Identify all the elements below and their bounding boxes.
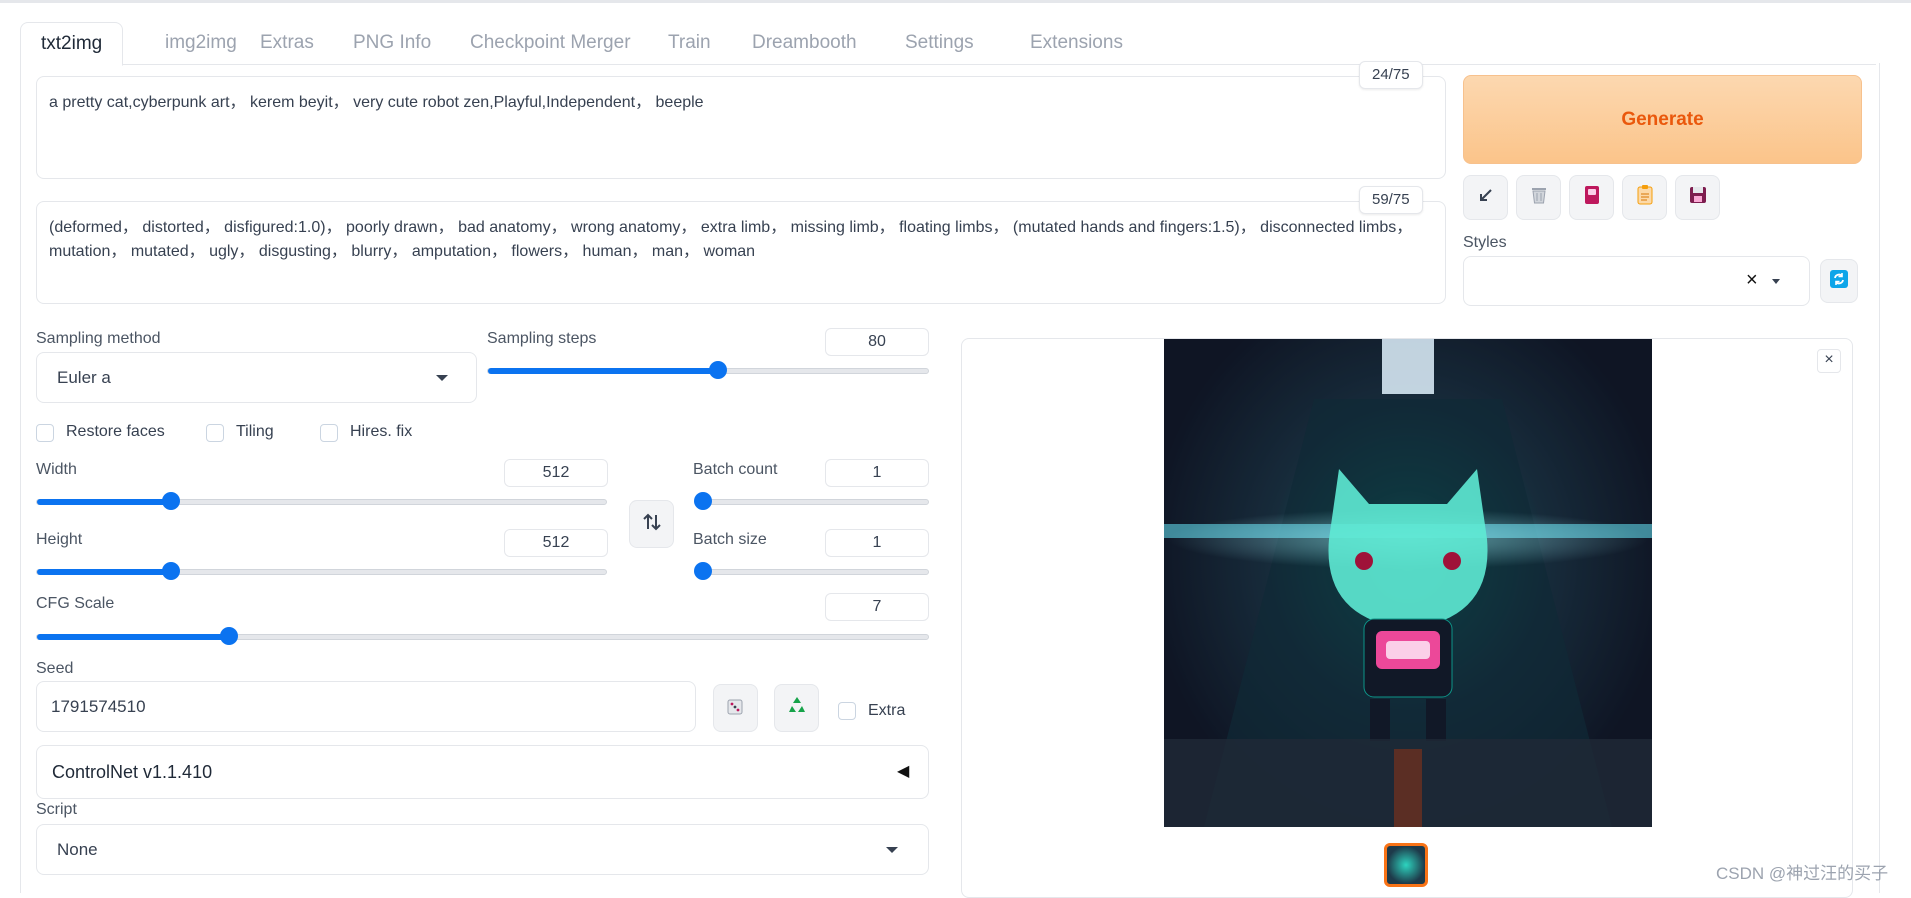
height-label: Height bbox=[36, 531, 83, 548]
restore-faces-checkbox[interactable] bbox=[36, 424, 54, 442]
clear-prompt-button[interactable] bbox=[1516, 175, 1561, 220]
generated-image[interactable] bbox=[1164, 339, 1652, 827]
script-dropdown[interactable]: None bbox=[36, 824, 929, 875]
tab-train[interactable]: Train bbox=[648, 22, 731, 64]
read-params-button[interactable] bbox=[1463, 175, 1508, 220]
sampling-method-label: Sampling method bbox=[36, 330, 161, 347]
tab-dreambooth[interactable]: Dreambooth bbox=[732, 22, 877, 64]
arrow-icon bbox=[1476, 185, 1496, 210]
sampling-steps-slider[interactable] bbox=[487, 361, 929, 379]
styles-dropdown[interactable]: × bbox=[1463, 256, 1810, 306]
generate-button[interactable]: Generate bbox=[1463, 75, 1862, 164]
refresh-icon bbox=[1829, 269, 1849, 294]
refresh-styles-button[interactable] bbox=[1820, 259, 1858, 303]
script-value: None bbox=[57, 840, 98, 859]
dice-icon bbox=[725, 695, 747, 722]
slider-fill bbox=[37, 569, 172, 575]
reuse-seed-button[interactable] bbox=[774, 684, 819, 732]
sampling-steps-input[interactable]: 80 bbox=[825, 328, 929, 356]
tiling-checkbox[interactable] bbox=[206, 424, 224, 442]
batch-size-slider[interactable] bbox=[694, 562, 929, 580]
hires-fix-checkbox[interactable] bbox=[320, 424, 338, 442]
save-style-button[interactable] bbox=[1675, 175, 1720, 220]
width-label: Width bbox=[36, 461, 77, 478]
batch-size-input[interactable]: 1 bbox=[825, 529, 929, 557]
apply-style-button[interactable] bbox=[1622, 175, 1667, 220]
tab-txt2img[interactable]: txt2img bbox=[20, 22, 124, 66]
save-icon bbox=[1687, 184, 1709, 211]
extra-seed-label: Extra bbox=[868, 702, 906, 719]
clear-icon[interactable]: × bbox=[1746, 269, 1758, 292]
height-slider[interactable] bbox=[36, 562, 607, 580]
tab-extensions[interactable]: Extensions bbox=[1010, 22, 1143, 64]
seed-label: Seed bbox=[36, 660, 74, 677]
slider-fill bbox=[37, 634, 229, 640]
slider-thumb[interactable] bbox=[708, 361, 727, 379]
batch-count-label: Batch count bbox=[693, 461, 778, 478]
tab-settings[interactable]: Settings bbox=[885, 22, 994, 64]
clipboard-icon bbox=[1634, 184, 1656, 211]
tiling-label: Tiling bbox=[236, 423, 274, 440]
cfg-scale-slider[interactable] bbox=[36, 627, 929, 645]
hires-fix-label: Hires. fix bbox=[350, 423, 413, 440]
top-border bbox=[0, 0, 1911, 3]
controlnet-accordion[interactable]: ControlNet v1.1.410 ◀ bbox=[36, 745, 929, 799]
batch-count-slider[interactable] bbox=[694, 492, 929, 510]
extra-seed-checkbox[interactable] bbox=[838, 702, 856, 720]
cfg-scale-label: CFG Scale bbox=[36, 595, 115, 612]
chevron-down-icon bbox=[436, 375, 448, 381]
chevron-down-icon bbox=[1772, 279, 1780, 284]
swap-icon bbox=[642, 512, 661, 537]
recycle-icon bbox=[785, 694, 809, 723]
extra-networks-button[interactable] bbox=[1569, 175, 1614, 220]
slider-thumb[interactable] bbox=[694, 562, 712, 580]
sampling-method-value: Euler a bbox=[57, 368, 111, 387]
slider-thumb[interactable] bbox=[219, 627, 238, 645]
negative-prompt-token-counter: 59/75 bbox=[1359, 186, 1423, 214]
width-input[interactable]: 512 bbox=[504, 459, 608, 487]
trash-icon bbox=[1528, 184, 1550, 211]
slider-fill bbox=[488, 368, 718, 374]
tab-png-info[interactable]: PNG Info bbox=[333, 22, 451, 64]
prompt-input[interactable]: a pretty cat,cyberpunk art， kerem beyit，… bbox=[36, 76, 1446, 179]
sampling-method-dropdown[interactable]: Euler a bbox=[36, 352, 477, 403]
prompt-token-counter: 24/75 bbox=[1359, 61, 1423, 89]
gallery-thumbnail[interactable] bbox=[1384, 843, 1428, 887]
tab-checkpoint-merger[interactable]: Checkpoint Merger bbox=[450, 22, 651, 64]
collapse-triangle-icon: ◀ bbox=[897, 763, 910, 780]
restore-faces-label: Restore faces bbox=[66, 423, 165, 440]
tab-bar: txt2img img2img Extras PNG Info Checkpoi… bbox=[20, 22, 1876, 66]
height-input[interactable]: 512 bbox=[504, 529, 608, 557]
watermark: CSDN @神过汪的买子 bbox=[1716, 864, 1889, 883]
negative-prompt-input[interactable]: (deformed， distorted， disfigured:1.0)， p… bbox=[36, 201, 1446, 304]
random-seed-button[interactable] bbox=[713, 684, 758, 732]
sampling-steps-label: Sampling steps bbox=[487, 330, 597, 347]
close-icon: × bbox=[1824, 351, 1834, 368]
chevron-down-icon bbox=[886, 847, 898, 853]
cfg-scale-input[interactable]: 7 bbox=[825, 593, 929, 621]
controlnet-title: ControlNet v1.1.410 bbox=[52, 762, 213, 782]
robot-cat-artwork bbox=[1164, 339, 1652, 827]
script-label: Script bbox=[36, 801, 77, 818]
swap-dimensions-button[interactable] bbox=[629, 500, 674, 548]
slider-thumb[interactable] bbox=[694, 492, 712, 510]
style-book-icon bbox=[1581, 184, 1603, 211]
batch-count-input[interactable]: 1 bbox=[825, 459, 929, 487]
close-output-button[interactable]: × bbox=[1817, 349, 1841, 373]
batch-size-label: Batch size bbox=[693, 531, 767, 548]
tab-extras[interactable]: Extras bbox=[240, 22, 334, 64]
slider-fill bbox=[37, 499, 172, 505]
seed-input[interactable]: 1791574510 bbox=[36, 681, 696, 732]
width-slider[interactable] bbox=[36, 492, 607, 510]
output-gallery: × bbox=[961, 338, 1853, 898]
styles-label: Styles bbox=[1463, 234, 1507, 251]
